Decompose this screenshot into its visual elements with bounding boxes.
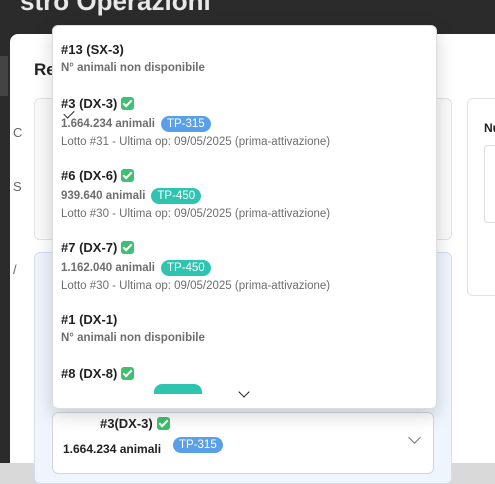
check-square-icon (121, 241, 135, 254)
basket-select[interactable]: #3(DX-3) 1.664.234 animali TP-315 (52, 412, 434, 474)
side-card-field[interactable] (484, 145, 495, 223)
check-square-icon (121, 169, 135, 182)
page-title: stro Operazioni (20, 0, 211, 16)
option-details: Lotto #30 - Ultima op: 09/05/2025 (prima… (61, 280, 331, 292)
option-title: #13 (SX-3) (61, 42, 124, 57)
option-title-text: #6 (DX-6) (61, 168, 118, 183)
check-square-icon (121, 97, 135, 110)
size-badge: TP-315 (160, 116, 211, 132)
left-label: C (13, 125, 23, 140)
chevron-down-icon[interactable] (408, 431, 421, 444)
option-count: 939.640 animali TP-450 (61, 188, 202, 204)
size-badge: TP-450 (151, 188, 202, 204)
option-count: 1.162.040 animali TP-450 (61, 260, 211, 276)
left-label: S (13, 179, 22, 194)
option-count: 1.664.234 animali TP-315 (61, 116, 211, 132)
option-count: N° animali non disponibile (61, 332, 205, 344)
basket-dropdown[interactable]: #13 (SX-3) N° animali non disponibile #3… (52, 25, 437, 409)
select-count: 1.664.234 animali (63, 442, 162, 456)
check-square-icon (156, 417, 170, 430)
option-title-text: #7 (DX-7) (61, 240, 118, 255)
option-title: #6 (DX-6) (61, 168, 135, 183)
left-label: / (13, 262, 17, 277)
side-card: Nu (467, 98, 495, 296)
option-title: #1 (DX-1) (61, 312, 118, 327)
chevron-down-icon[interactable] (238, 386, 250, 398)
option-details: Lotto #30 - Ultima op: 09/05/2025 (prima… (61, 208, 331, 220)
select-title: #3(DX-3) (100, 416, 170, 431)
option-title-text: #8 (DX-8) (61, 366, 118, 381)
select-title-text: #3(DX-3) (100, 416, 153, 431)
option-count: N° animali non disponibile (61, 62, 205, 74)
option-count-text: 939.640 animali (61, 190, 146, 202)
option-details: Lotto #31 - Ultima op: 09/05/2025 (prima… (61, 136, 331, 148)
option-title: #7 (DX-7) (61, 240, 135, 255)
option-count-text: 1.162.040 animali (61, 262, 155, 274)
side-card-label: Nu (484, 121, 495, 135)
size-badge (154, 384, 202, 394)
size-badge: TP-450 (160, 260, 211, 276)
sidebar-edge (0, 56, 8, 96)
check-square-icon (121, 367, 135, 380)
option-title: #8 (DX-8) (61, 366, 135, 381)
option-count-text: 1.664.234 animali (61, 118, 155, 130)
size-badge: TP-315 (173, 437, 223, 453)
